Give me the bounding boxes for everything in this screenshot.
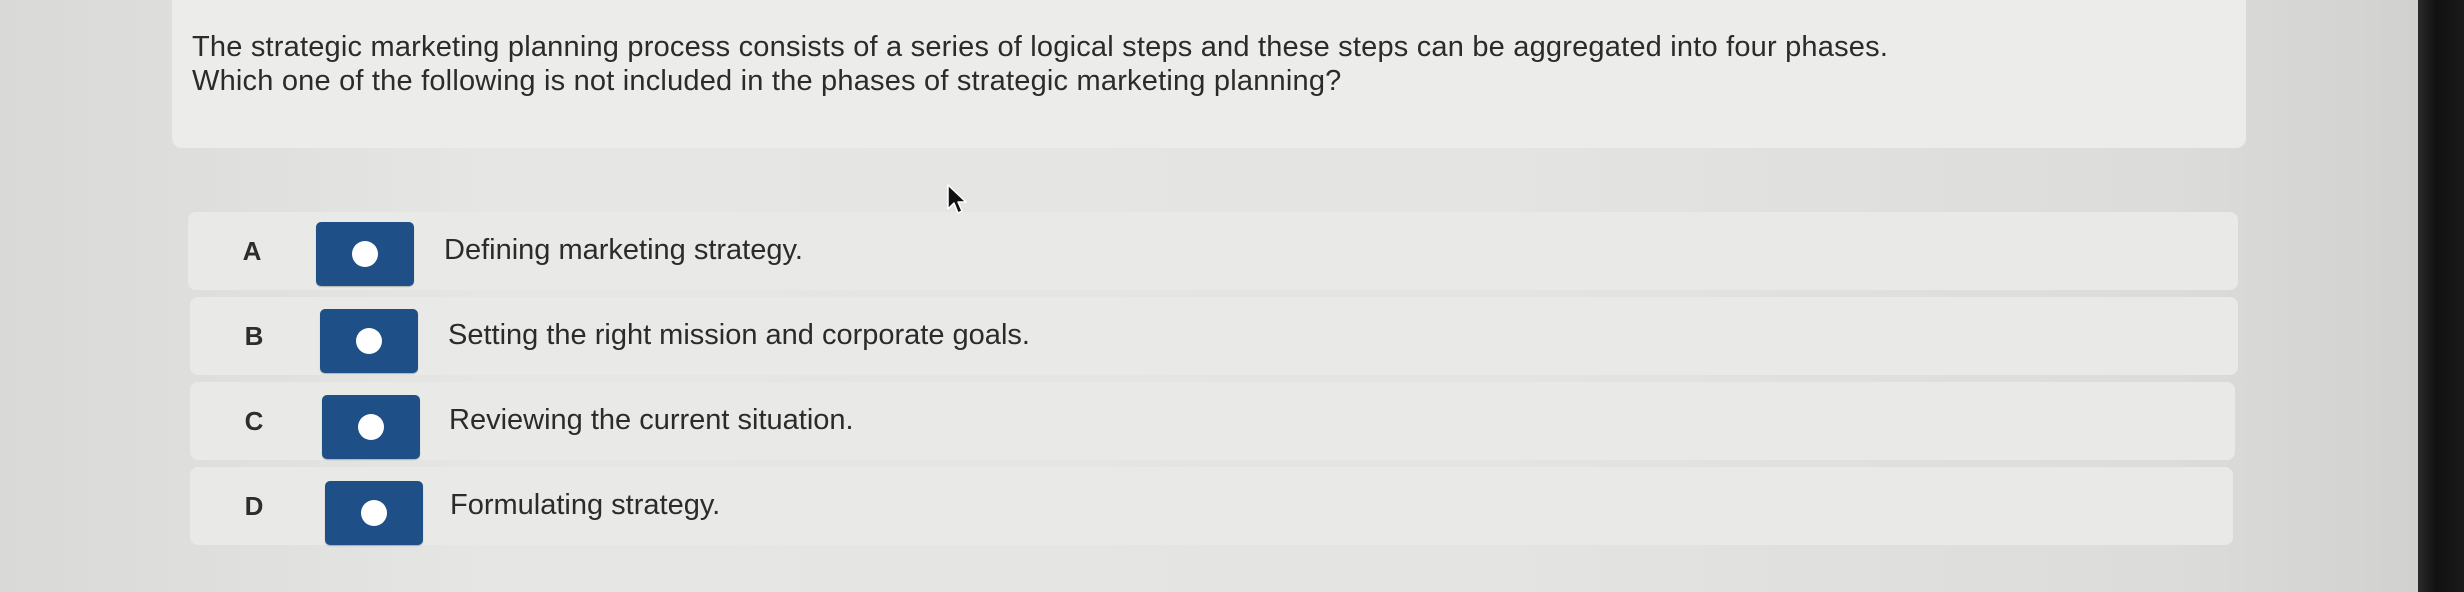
- radio-dot-icon: [358, 414, 384, 440]
- option-letter: C: [244, 406, 264, 436]
- option-a[interactable]: A Defining marketing strategy.: [188, 212, 2238, 290]
- option-text: Reviewing the current situation.: [449, 404, 854, 436]
- mouse-pointer-icon: [947, 184, 967, 214]
- option-text: Setting the right mission and corporate …: [448, 319, 1030, 351]
- radio-dot-icon: [361, 500, 387, 526]
- monitor-bezel: [2418, 0, 2464, 592]
- option-letter: A: [242, 236, 262, 266]
- option-b-radio-button[interactable]: [320, 309, 418, 373]
- radio-dot-icon: [352, 241, 378, 267]
- question-text: The strategic marketing planning process…: [192, 30, 2232, 98]
- option-b[interactable]: B Setting the right mission and corporat…: [190, 297, 2238, 375]
- radio-dot-icon: [356, 328, 382, 354]
- option-d-radio-button[interactable]: [325, 481, 423, 545]
- option-c-radio-button[interactable]: [322, 395, 420, 459]
- option-letter: B: [244, 321, 264, 351]
- option-c[interactable]: C Reviewing the current situation.: [190, 382, 2235, 460]
- option-letter: D: [244, 491, 264, 521]
- option-a-radio-button[interactable]: [316, 222, 414, 286]
- option-text: Formulating strategy.: [450, 489, 721, 521]
- question-line-2: Which one of the following is not includ…: [192, 65, 1342, 97]
- option-text: Defining marketing strategy.: [444, 234, 803, 266]
- option-d[interactable]: D Formulating strategy.: [190, 467, 2233, 545]
- question-line-1: The strategic marketing planning process…: [192, 31, 1889, 63]
